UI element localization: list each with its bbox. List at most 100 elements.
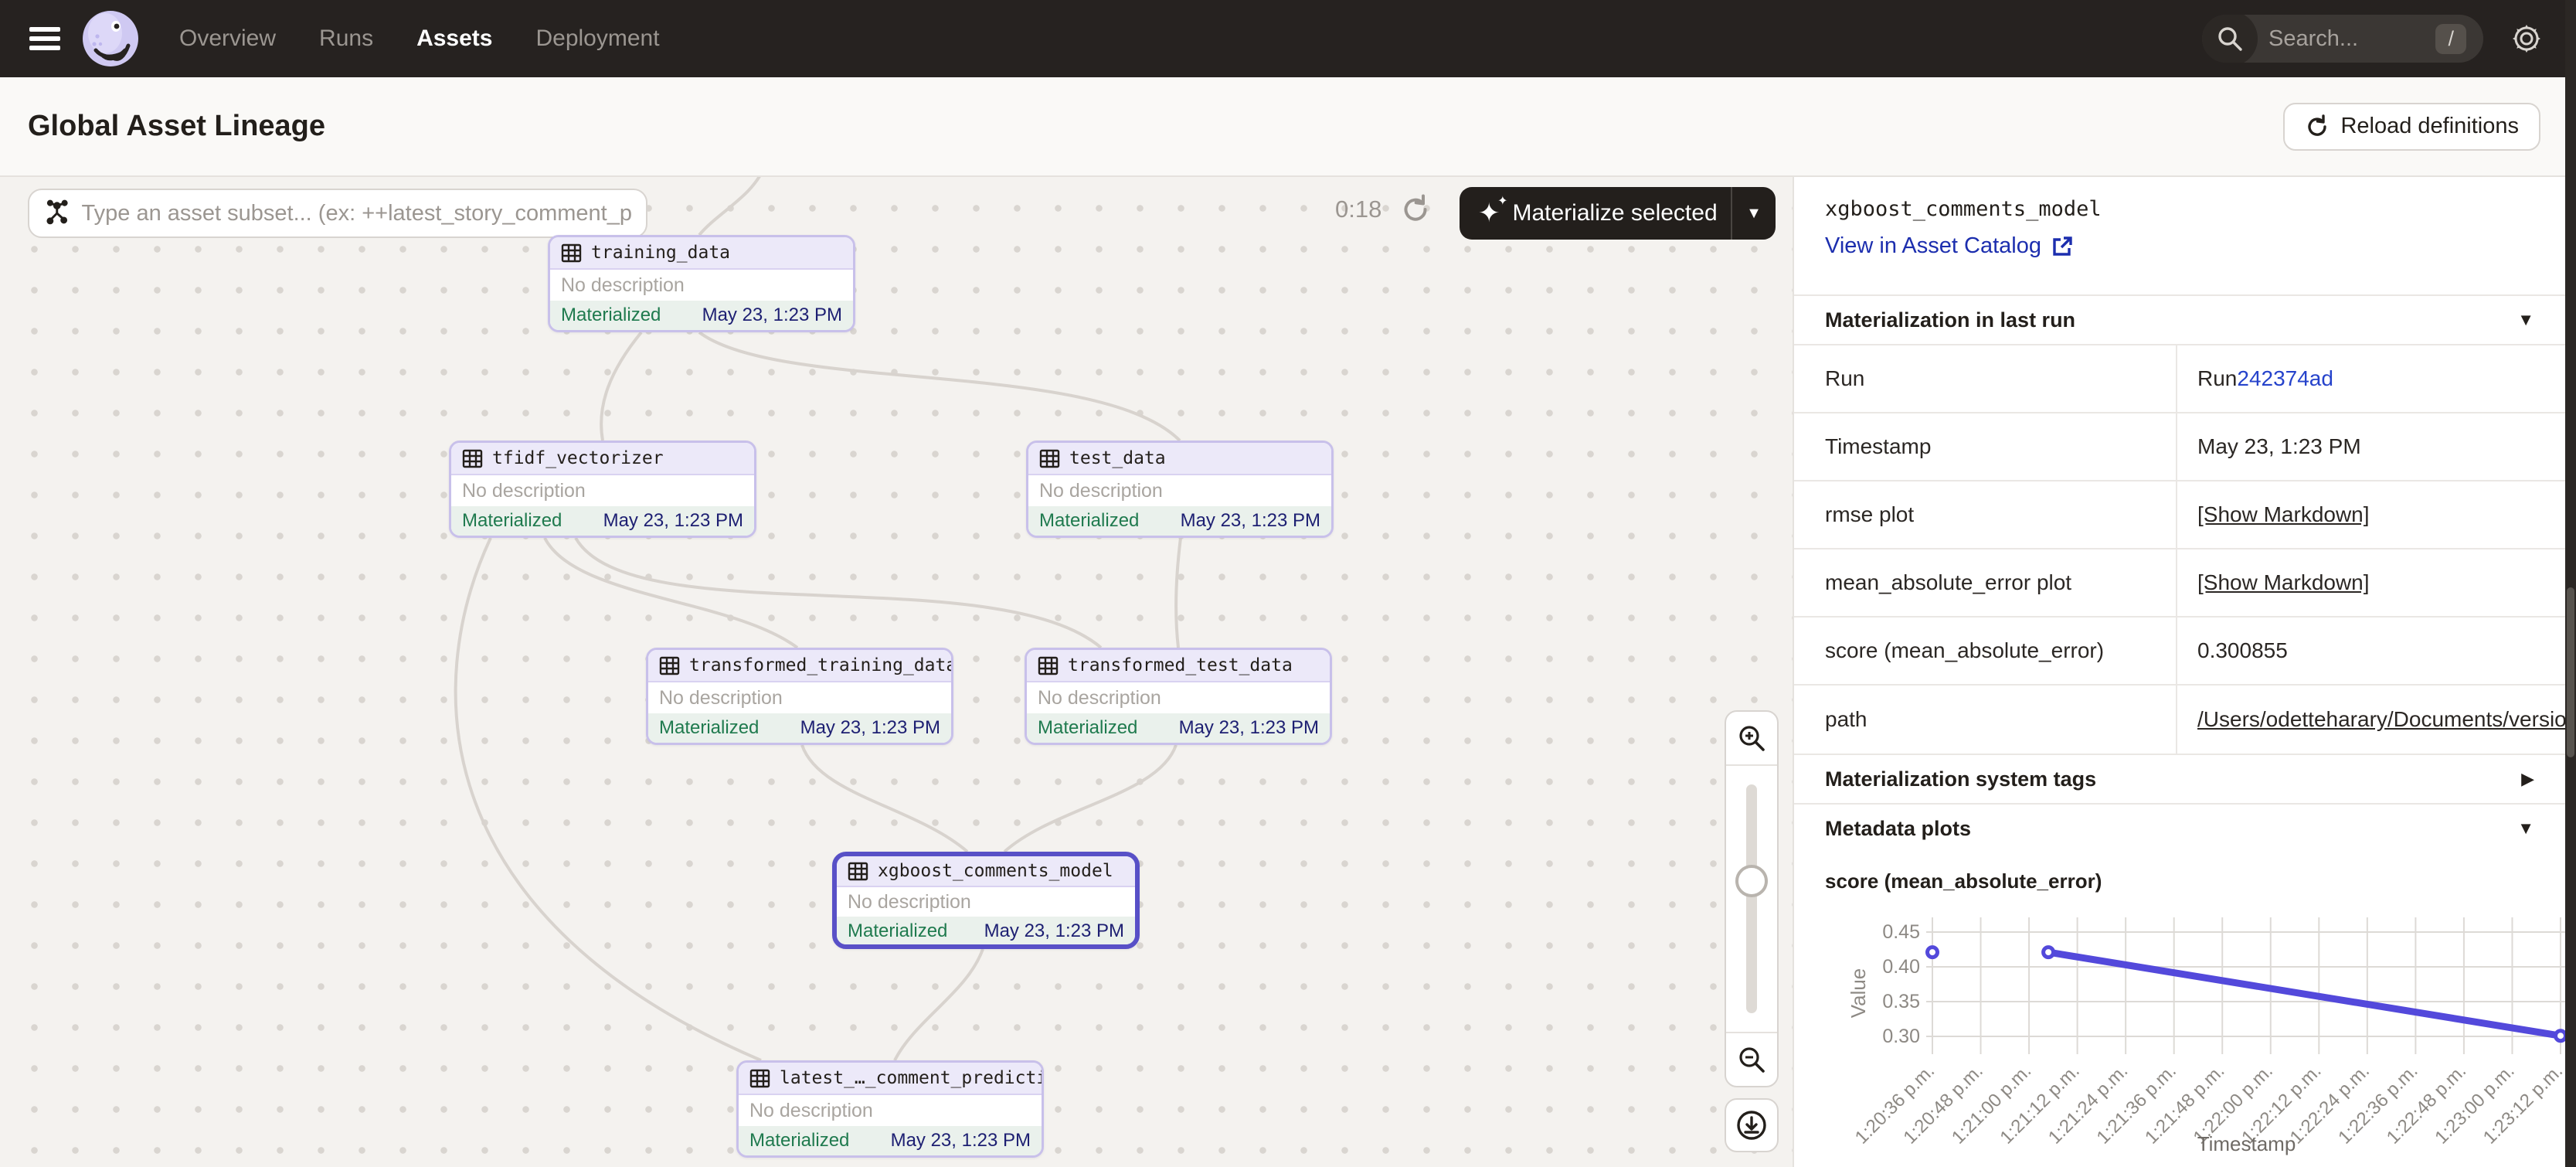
chevron-right-icon: ▶ xyxy=(2521,769,2534,789)
svg-text:0.45: 0.45 xyxy=(1882,921,1920,943)
materialize-selected-main[interactable]: ✦✦ Materialize selected xyxy=(1460,200,1731,226)
dagster-app: Overview Runs Assets Deployment Search... / xyxy=(0,0,2576,1167)
asset-description: No description xyxy=(848,891,971,914)
asset-node-header: latest_…_comment_predictions xyxy=(739,1063,1042,1095)
zoom-out-button[interactable] xyxy=(1726,1032,1777,1086)
asset-node-header: test_data xyxy=(1028,443,1331,475)
section-system-tags[interactable]: Materialization system tags ▶ xyxy=(1794,754,2565,803)
asset-node-tfidf_vectorizer[interactable]: tfidf_vectorizerNo descriptionMaterializ… xyxy=(449,441,756,538)
chart-title: score (mean_absolute_error) xyxy=(1794,852,2565,896)
asset-node-body: No description xyxy=(550,270,853,301)
asset-status: Materialized xyxy=(749,1130,849,1152)
nav-item-deployment[interactable]: Deployment xyxy=(535,26,659,52)
table-row: score (mean_absolute_error)0.300855 xyxy=(1794,618,2565,686)
section-metadata-plots[interactable]: Metadata plots ▼ xyxy=(1794,803,2565,852)
zoom-in-button[interactable] xyxy=(1726,712,1777,766)
nav-item-runs[interactable]: Runs xyxy=(319,26,373,52)
materialize-selected-button[interactable]: ✦✦ Materialize selected ▼ xyxy=(1460,187,1776,240)
asset-status: Materialized xyxy=(848,920,947,942)
section-system-tags-label: Materialization system tags xyxy=(1825,767,2096,791)
asset-node-transformed_training_data[interactable]: transformed_training_dataNo descriptionM… xyxy=(646,648,953,745)
external-link-icon xyxy=(2051,235,2074,258)
view-in-asset-catalog-link[interactable]: View in Asset Catalog xyxy=(1825,233,2074,259)
svg-text:0.40: 0.40 xyxy=(1882,956,1920,978)
asset-status: Materialized xyxy=(561,305,661,326)
asset-name: transformed_test_data xyxy=(1068,655,1293,675)
chevron-down-icon: ▼ xyxy=(2517,818,2534,839)
background-window-strip xyxy=(2565,0,2576,1167)
refresh-icon xyxy=(2305,114,2330,139)
section-materialization-last-run[interactable]: Materialization in last run ▼ xyxy=(1794,294,2565,344)
asset-name: tfidf_vectorizer xyxy=(492,448,664,468)
download-graph-button[interactable] xyxy=(1725,1098,1779,1152)
dagster-logo[interactable] xyxy=(82,10,139,67)
scrollbar-thumb[interactable] xyxy=(2567,587,2574,757)
zoom-controls xyxy=(1725,710,1779,1087)
asset-status: Materialized xyxy=(462,510,562,532)
menu-icon[interactable] xyxy=(29,27,60,50)
value-link[interactable]: /Users/odetteharary/Documents/version xyxy=(2197,707,2565,732)
asset-node-transformed_test_data[interactable]: transformed_test_dataNo descriptionMater… xyxy=(1025,648,1332,745)
zoom-slider-handle[interactable] xyxy=(1735,865,1768,897)
asset-name: latest_…_comment_predictions xyxy=(780,1068,1044,1088)
reload-definitions-label: Reload definitions xyxy=(2340,114,2519,139)
asset-node-header: xgboost_comments_model xyxy=(837,856,1135,887)
lineage-filter-icon xyxy=(43,199,71,227)
value-link[interactable]: [Show Markdown] xyxy=(2197,502,2370,527)
row-label: mean_absolute_error plot xyxy=(1794,549,2177,616)
run-link[interactable]: 242374ad xyxy=(2237,366,2333,391)
asset-description: No description xyxy=(659,687,783,709)
nav-item-overview[interactable]: Overview xyxy=(179,26,276,52)
asset-node-training_data[interactable]: training_data No description Materialized M… xyxy=(548,235,855,332)
chart-svg: 0.450.400.350.30Value1:20:36 p.m.1:20:48… xyxy=(1805,896,2570,1165)
zoom-slider-track[interactable] xyxy=(1746,784,1757,1013)
download-icon xyxy=(1735,1108,1769,1142)
dagster-octopus-icon xyxy=(82,10,139,67)
asset-details-panel: xgboost_comments_model View in Asset Cat… xyxy=(1793,177,2565,1167)
search-shortcut-badge: / xyxy=(2435,24,2466,54)
asset-name: training_data xyxy=(591,243,730,263)
panel-header: xgboost_comments_model View in Asset Cat… xyxy=(1794,177,2565,294)
reload-definitions-button[interactable]: Reload definitions xyxy=(2283,103,2540,151)
search-input[interactable]: Search... / xyxy=(2202,15,2483,63)
asset-name: transformed_training_data xyxy=(689,655,953,675)
asset-node-test_data[interactable]: test_dataNo descriptionMaterializedMay 2… xyxy=(1026,441,1334,538)
nav-item-assets[interactable]: Assets xyxy=(416,26,492,52)
asset-timestamp: May 23, 1:23 PM xyxy=(1181,510,1320,532)
asset-timestamp: May 23, 1:23 PM xyxy=(1179,717,1319,739)
zoom-slider[interactable] xyxy=(1726,766,1777,1032)
settings-gear-icon[interactable] xyxy=(2510,22,2544,56)
row-value: [Show Markdown] xyxy=(2177,549,2565,616)
value-link[interactable]: [Show Markdown] xyxy=(2197,570,2370,595)
asset-node-latest_comment_predictions[interactable]: latest_…_comment_predictions No descripti… xyxy=(736,1060,1044,1158)
asset-subset-input[interactable]: Type an asset subset... (ex: ++latest_st… xyxy=(28,189,647,238)
asset-name: xgboost_comments_model xyxy=(878,861,1113,881)
page-title: Global Asset Lineage xyxy=(28,110,325,143)
asset-node-body: No description xyxy=(648,682,951,713)
svg-text:Timestamp: Timestamp xyxy=(2197,1132,2296,1155)
table-row: rmse plot[Show Markdown] xyxy=(1794,481,2565,549)
asset-description: No description xyxy=(1038,687,1161,709)
chevron-down-icon: ▼ xyxy=(2517,310,2534,330)
asset-timestamp: May 23, 1:23 PM xyxy=(702,305,842,326)
section-metadata-plots-label: Metadata plots xyxy=(1825,817,1971,841)
asset-node-body: No description xyxy=(739,1095,1042,1126)
table-icon xyxy=(749,1068,770,1089)
lineage-graph[interactable]: Type an asset subset... (ex: ++latest_st… xyxy=(0,177,1793,1167)
section-last-run-label: Materialization in last run xyxy=(1825,308,2075,332)
materialize-options-caret[interactable]: ▼ xyxy=(1732,205,1776,223)
run-prefix: Run xyxy=(2197,366,2237,391)
asset-node-body: No description xyxy=(1028,475,1331,506)
svg-text:0.35: 0.35 xyxy=(1882,991,1920,1012)
asset-timestamp: May 23, 1:23 PM xyxy=(891,1130,1031,1152)
graph-refresh-icon[interactable] xyxy=(1400,194,1431,225)
search-icon xyxy=(2202,15,2258,63)
row-value: Run 242374ad xyxy=(2177,345,2565,412)
asset-node-xgboost_comments_model[interactable]: xgboost_comments_model No description Mate… xyxy=(832,852,1140,949)
top-nav: Overview Runs Assets Deployment Search... / xyxy=(0,0,2576,77)
asset-timestamp: May 23, 1:23 PM xyxy=(984,920,1124,942)
table-icon xyxy=(561,243,582,264)
asset-node-footer: MaterializedMay 23, 1:23 PM xyxy=(1028,506,1331,536)
asset-node-header: tfidf_vectorizer xyxy=(451,443,754,475)
table-icon xyxy=(848,861,868,882)
